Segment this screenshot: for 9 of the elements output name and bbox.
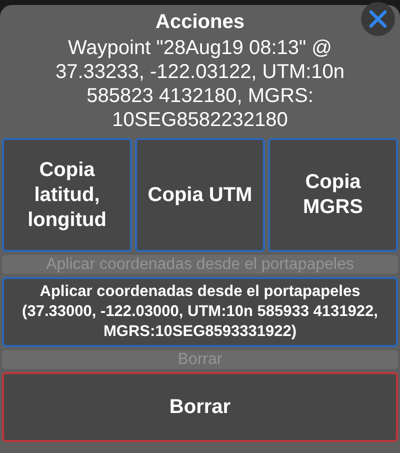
close-button[interactable] xyxy=(361,2,395,36)
sheet-title: Acciones xyxy=(154,10,246,35)
copy-button[interactable]: Copia UTM xyxy=(135,138,265,252)
copy-button[interactable]: Copia MGRS xyxy=(268,138,398,252)
copy-button[interactable]: Copia latitud, longitud xyxy=(2,138,132,252)
waypoint-description: Waypoint "28Aug19 08:13" @ 37.33233, -122.03122, UTM:10n 585823 4132180, MGRS: 10SEG8582232180 xyxy=(54,36,346,132)
apply-button[interactable]: Aplicar coordenadas desde el portapapeles (37.33000, -122.03000, UTM:10n 585933 4131922, MGRS:10SEG8593331922) xyxy=(2,277,398,347)
close-icon xyxy=(369,10,387,28)
delete-button[interactable]: Borrar xyxy=(2,372,398,442)
